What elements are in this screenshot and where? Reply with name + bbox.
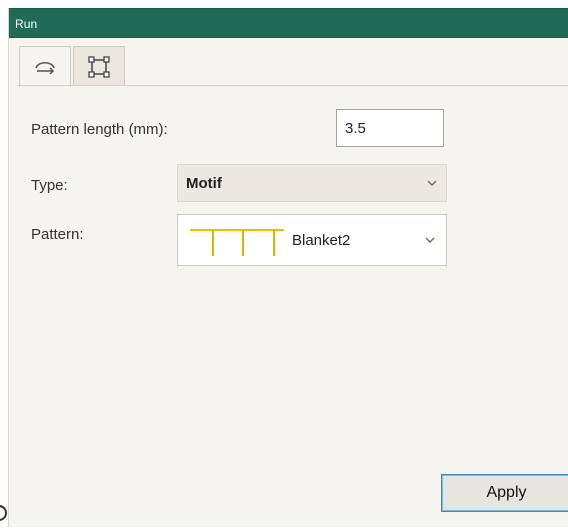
tab-run-stitch[interactable] [19, 46, 71, 87]
partial-parenthesis-mark [0, 505, 7, 521]
run-properties-panel: Run Pattern length (mm): 3.5 Type: Motif… [8, 8, 568, 527]
blanket-stitch-preview-icon [190, 229, 284, 256]
type-label: Type: [31, 177, 68, 194]
run-stitch-icon [35, 62, 55, 75]
apply-button[interactable]: Apply [441, 474, 568, 512]
property-tabs [19, 46, 127, 87]
pattern-length-label: Pattern length (mm): [31, 121, 168, 138]
screenshot-page: Run Pattern length (mm): 3.5 Type: Motif… [0, 0, 568, 529]
type-dropdown[interactable]: Motif [177, 164, 447, 202]
type-selected-value: Motif [186, 174, 222, 192]
pattern-dropdown[interactable]: Blanket2 [177, 214, 447, 266]
tab-frame-corners[interactable] [73, 46, 125, 86]
chevron-down-icon [427, 180, 437, 186]
chevron-down-icon [425, 237, 435, 243]
tab-divider [17, 85, 568, 86]
frame-corners-icon [88, 55, 110, 78]
pattern-length-input[interactable] [336, 109, 444, 147]
pattern-selected-value: Blanket2 [292, 231, 351, 249]
pattern-label: Pattern: [31, 226, 84, 243]
panel-title: Run [9, 8, 568, 38]
